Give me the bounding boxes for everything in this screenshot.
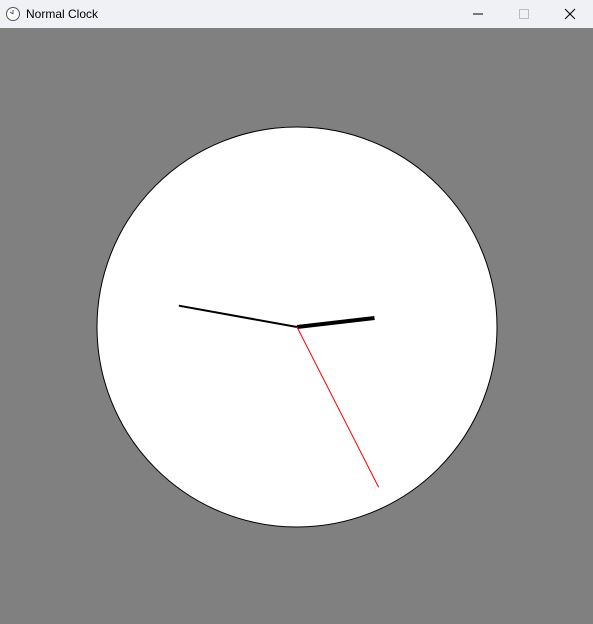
- clock-icon: [5, 6, 21, 22]
- clock-drawing: [96, 126, 498, 528]
- minimize-button[interactable]: [455, 0, 501, 28]
- close-icon: [564, 8, 576, 20]
- clock-canvas: [0, 28, 593, 624]
- window-controls: [455, 0, 593, 28]
- maximize-button[interactable]: [501, 0, 547, 28]
- window-title: Normal Clock: [26, 7, 99, 21]
- close-button[interactable]: [547, 0, 593, 28]
- minimize-icon: [472, 8, 484, 20]
- maximize-icon: [518, 8, 530, 20]
- title-bar[interactable]: Normal Clock: [0, 0, 593, 28]
- clock-window: Normal Clock: [0, 0, 593, 624]
